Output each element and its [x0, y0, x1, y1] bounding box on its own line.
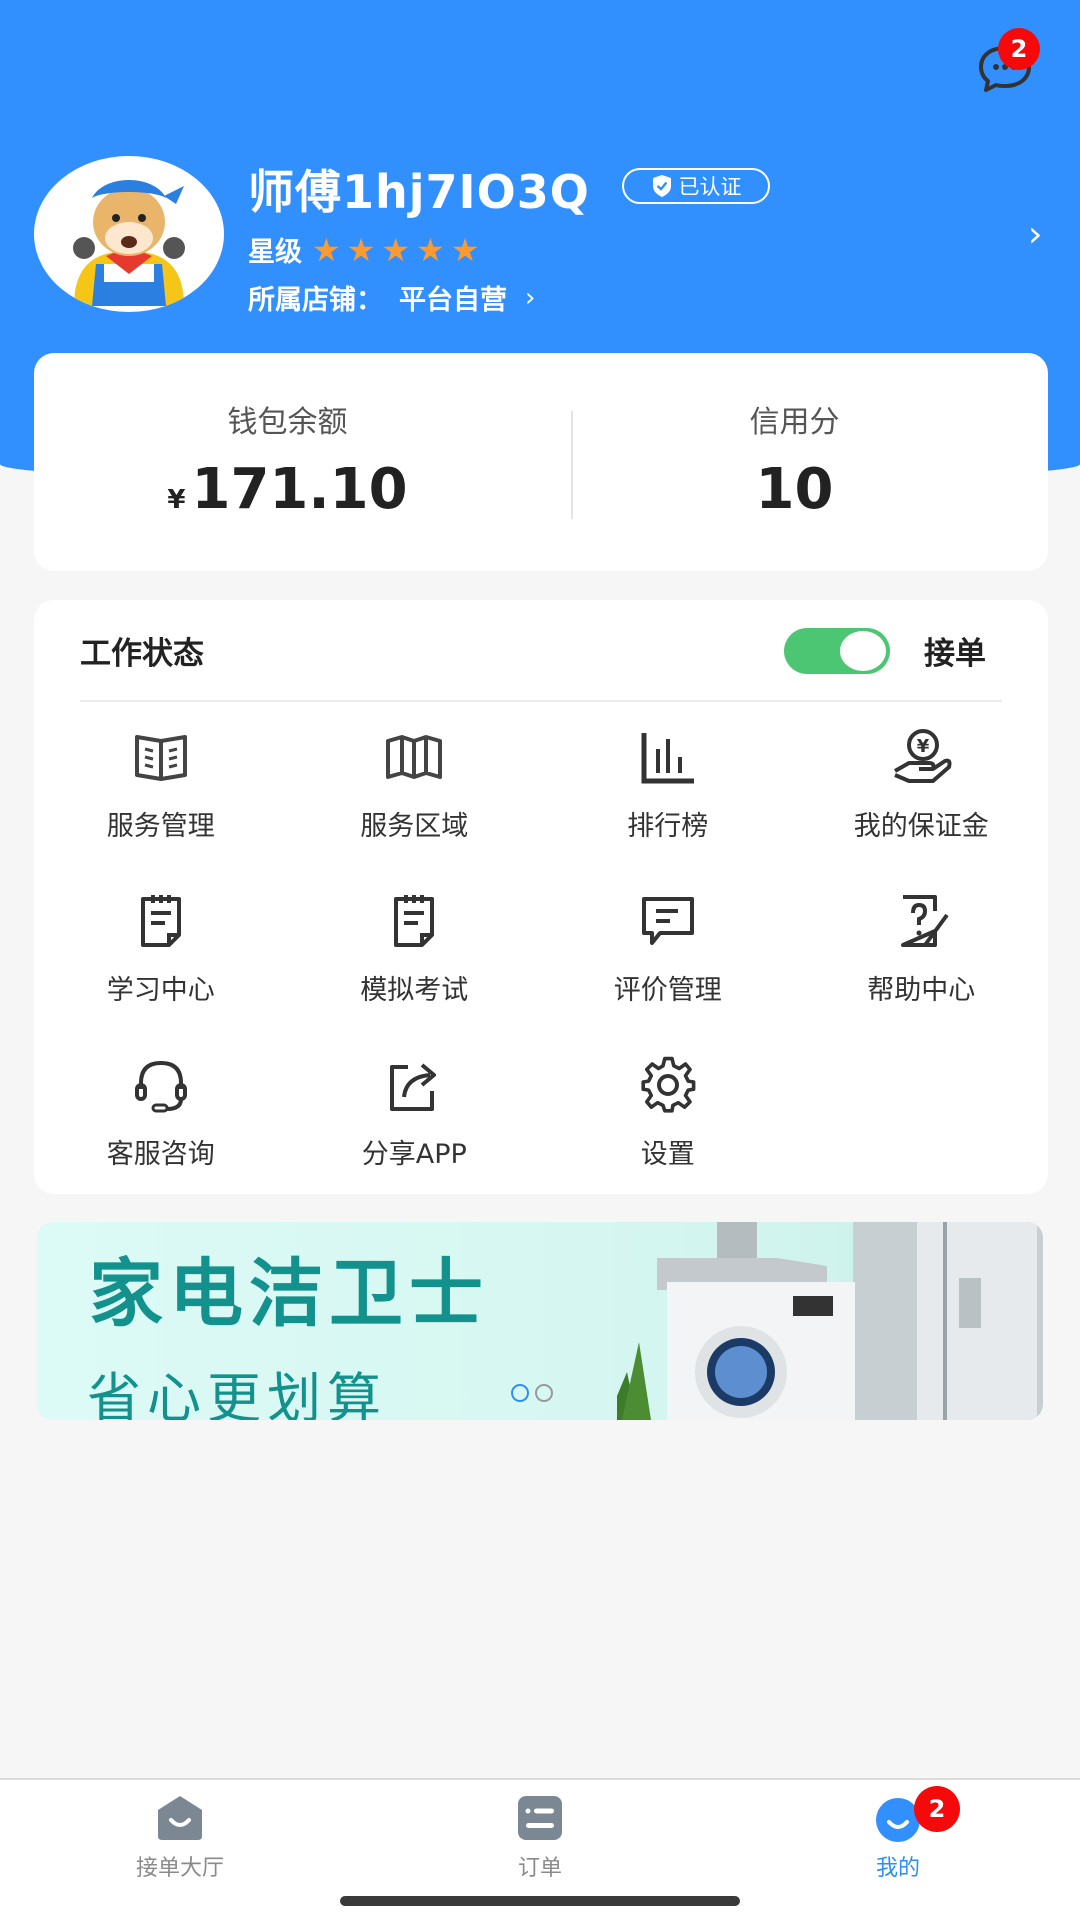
menu-item-label: 排行榜: [627, 811, 709, 842]
messages-button[interactable]: 2: [974, 28, 1040, 96]
technician-name: 师傅1hj7IO3Q: [248, 165, 590, 219]
verified-badge: 已认证: [622, 168, 770, 204]
store-label: 所属店铺：: [248, 285, 383, 316]
work-status-toggle[interactable]: [784, 628, 890, 674]
menu-item[interactable]: 客服咨询: [34, 1046, 288, 1210]
notepad-icon: [129, 892, 193, 950]
menu-item[interactable]: 模拟考试: [288, 882, 542, 1046]
menu-item-label: 服务区域: [360, 811, 469, 842]
credit-score[interactable]: 信用分 10: [541, 353, 1048, 571]
headset-icon: [129, 1056, 193, 1114]
star-icon: ★: [346, 230, 376, 269]
wallet-balance[interactable]: 钱包余额 ¥171.10: [34, 353, 541, 571]
exam-notepad-icon: [382, 892, 446, 950]
star-icon: ★: [381, 230, 411, 269]
star-icon: ★: [416, 230, 445, 269]
tab-mine[interactable]: 2 我的: [798, 1786, 998, 1882]
menu-card: 工作状态 接单 服务管理 服务区域 排行榜 ¥ 我的保证金学习中心 模拟考试 评价管理 帮助中…: [34, 600, 1048, 1194]
menu-item[interactable]: 服务区域: [288, 718, 542, 882]
banner-title: 家电洁卫士: [89, 1251, 489, 1337]
carousel-dot[interactable]: [511, 1384, 529, 1402]
menu-item-label: 评价管理: [613, 975, 722, 1006]
messages-badge: 2: [998, 28, 1040, 70]
tab-label: 接单大厅: [135, 1856, 224, 1881]
menu-grid: 服务管理 服务区域 排行榜 ¥ 我的保证金学习中心 模拟考试 评价管理 帮助中心客服咨询 分享A…: [34, 718, 1048, 1210]
credit-score-value: 10: [755, 457, 834, 522]
avatar[interactable]: [34, 156, 224, 312]
rating-row: 星级 ★ ★ ★ ★ ★: [248, 230, 479, 269]
menu-item[interactable]: 分享APP: [288, 1046, 542, 1210]
profile-chevron-right-icon[interactable]: ›: [1028, 214, 1042, 255]
menu-item-label: 设置: [640, 1139, 695, 1170]
mine-badge: 2: [914, 1786, 960, 1832]
svg-text:¥: ¥: [917, 736, 930, 757]
order-list-icon: [518, 1796, 562, 1840]
menu-item-label: 客服咨询: [106, 1139, 215, 1170]
menu-item[interactable]: 评价管理: [541, 882, 795, 1046]
chevron-right-icon: ›: [525, 282, 536, 313]
book-icon: [129, 728, 193, 786]
banner-subtitle: 省心更划算: [87, 1367, 387, 1420]
tab-label: 我的: [875, 1856, 920, 1881]
appliances-illustration: [617, 1222, 1043, 1420]
carousel-indicator: [511, 1384, 553, 1402]
wallet-card: 钱包余额 ¥171.10 信用分 10: [34, 353, 1048, 571]
menu-item-label: 服务管理: [106, 811, 215, 842]
toggle-knob: [840, 631, 886, 671]
currency-symbol: ¥: [167, 485, 186, 515]
menu-item-label: 帮助中心: [867, 975, 976, 1006]
rating-stars: ★ ★ ★ ★ ★: [312, 234, 479, 266]
map-icon: [382, 728, 446, 786]
work-status-label: 接单: [924, 636, 986, 672]
menu-item[interactable]: 设置: [541, 1046, 795, 1210]
menu-item[interactable]: ¥ 我的保证金: [795, 718, 1049, 882]
menu-item[interactable]: 学习中心: [34, 882, 288, 1046]
menu-item[interactable]: 排行榜: [541, 718, 795, 882]
gear-icon: [636, 1056, 700, 1114]
carousel-dot[interactable]: [535, 1384, 553, 1402]
rating-label: 星级: [248, 237, 302, 268]
menu-item-label: 分享APP: [361, 1139, 467, 1170]
wallet-balance-label: 钱包余额: [227, 405, 348, 440]
star-icon: ★: [312, 230, 341, 269]
deposit-hand-icon: ¥: [889, 728, 953, 786]
promo-banner[interactable]: 家电洁卫士 省心更划算: [37, 1222, 1043, 1420]
home-smile-icon: [158, 1796, 202, 1840]
tab-label: 订单: [517, 1856, 562, 1881]
tab-orders[interactable]: 订单: [440, 1794, 640, 1882]
tab-order-hall[interactable]: 接单大厅: [80, 1794, 280, 1882]
menu-item-label: 模拟考试: [360, 975, 469, 1006]
shield-check-icon: [652, 175, 671, 197]
work-status-title: 工作状态: [80, 636, 204, 672]
home-indicator[interactable]: [340, 1896, 740, 1906]
balance-amount: 171.10: [191, 457, 408, 522]
menu-item[interactable]: 服务管理: [34, 718, 288, 882]
mascot-cow-icon: [73, 180, 185, 306]
menu-item-label: 我的保证金: [853, 811, 989, 842]
share-icon: [382, 1056, 446, 1114]
help-icon: [889, 892, 953, 950]
bar-chart-icon: [636, 728, 700, 786]
store-link[interactable]: 所属店铺： 平台自营 ›: [248, 278, 535, 317]
section-divider: [80, 700, 1002, 702]
menu-item-label: 学习中心: [106, 975, 215, 1006]
verified-label: 已认证: [678, 175, 742, 199]
credit-score-label: 信用分: [749, 405, 840, 440]
menu-item[interactable]: 帮助中心: [795, 882, 1049, 1046]
store-value: 平台自营: [399, 285, 507, 316]
wallet-balance-value: ¥171.10: [34, 457, 541, 522]
comment-icon: [636, 892, 700, 950]
star-icon: ★: [450, 230, 480, 269]
